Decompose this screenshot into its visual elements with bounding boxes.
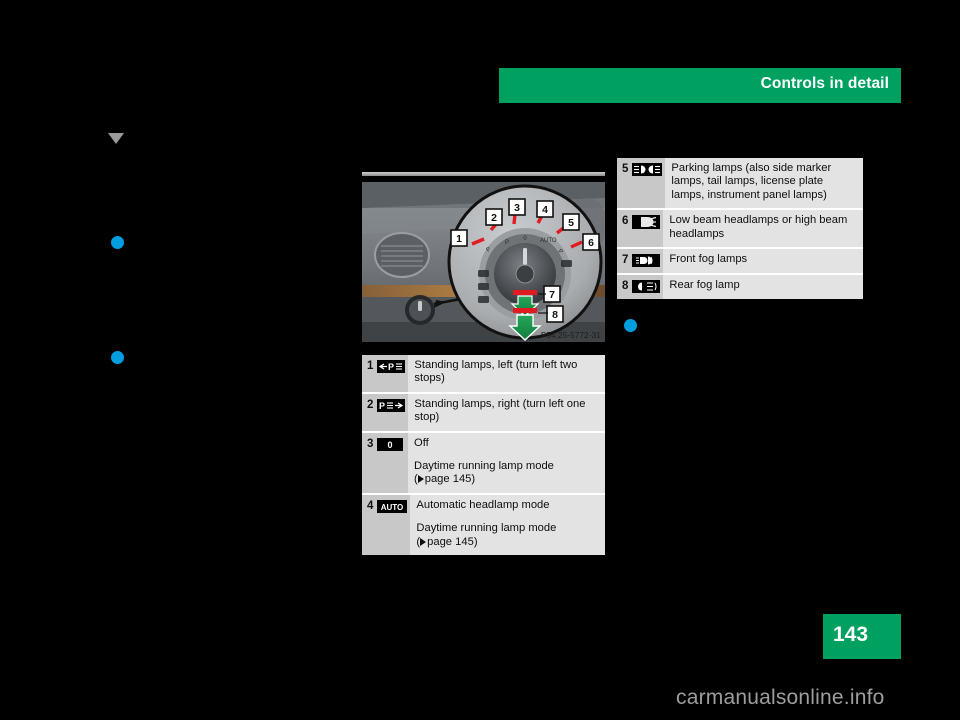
light-switch-photo: P P 0 AUTO P 1 2 3 4 5 6 7 8 P54.25-5772… (362, 182, 605, 342)
table-row-number-cell: 8 0 (617, 275, 664, 300)
row-number: 1 (367, 360, 374, 372)
page-reference-label: page 145 (427, 535, 474, 548)
row-note: Daytime running lamp mode (page 145) (416, 522, 599, 549)
svg-text:AUTO: AUTO (381, 503, 404, 512)
row-description: Standing lamps, left (turn left two stop… (414, 359, 578, 385)
svg-text:4: 4 (542, 204, 548, 216)
svg-text:0: 0 (638, 283, 643, 292)
page-header-bar: Controls in detail (499, 68, 901, 103)
row-description: Front fog lamps (669, 253, 748, 266)
manual-page: Controls in detail P P 0 AUTO P 1 2 3 4 … (0, 0, 960, 720)
light-switch-positions-table-1-4: 1 P Standing lamps, left (turn left two … (362, 355, 605, 556)
row-number: 5 (622, 163, 629, 175)
bullet-marker-icon (111, 351, 124, 364)
svg-text:2: 2 (491, 212, 497, 224)
table-row-text: Parking lamps (also side marker lamps, t… (665, 158, 863, 209)
table-row-number-cell: 7 (617, 249, 664, 274)
page-title: Controls in detail (760, 75, 889, 92)
row-description: Low beam headlamps or high beam headlamp… (669, 214, 848, 240)
parking-lamps-icon (632, 163, 663, 176)
row-description: Standing lamps, right (turn left one sto… (414, 397, 586, 424)
standing-lamps-right-icon: P (377, 398, 406, 412)
triangle-right-icon (420, 537, 427, 546)
row-description: Parking lamps (also side marker lamps, t… (671, 162, 832, 201)
header-bar-tail (851, 94, 901, 103)
svg-text:7: 7 (549, 289, 555, 301)
svg-text:P: P (505, 240, 509, 246)
row-description: Automatic headlamp mode (416, 498, 550, 511)
lights-off-icon: 0 (377, 437, 404, 451)
row-description: Rear fog lamp (669, 279, 740, 292)
table-row-number-cell: 1 P (362, 355, 409, 392)
row-number: 7 (622, 254, 629, 267)
svg-text:P: P (379, 401, 385, 411)
table-row-text: Off Daytime running lamp mode (page 145) (408, 432, 605, 493)
table-row-number-cell: 4 AUTO (362, 494, 411, 556)
table-row-number-cell: 2 P (362, 393, 409, 431)
triangle-down-icon (108, 133, 124, 144)
row-note: Daytime running lamp mode (page 145) (414, 460, 599, 487)
site-watermark: carmanualsonline.info (676, 686, 885, 709)
row-note-text: Daytime running lamp mode (416, 522, 557, 535)
svg-text:3: 3 (514, 202, 520, 214)
table-row: 2 P Standing lamps, right (turn left one… (362, 393, 605, 433)
table-row: 4 AUTO Automatic headlamp mode Daytime r… (362, 494, 605, 556)
table-row: 1 P Standing lamps, left (turn left two … (362, 355, 605, 394)
table-row-text: Low beam headlamps or high beam headlamp… (663, 210, 863, 248)
table-row-text: Rear fog lamp (663, 275, 863, 300)
page-reference-label: page 145 (424, 473, 472, 486)
table-row: 6 Low beam headlamps or high beam headla… (617, 210, 863, 250)
figure-caption: P54.25-5772-31 (540, 331, 601, 340)
row-note-text: Daytime running lamp mode (414, 460, 554, 473)
page-number-box: 143 (823, 614, 901, 659)
bullet-marker-icon (111, 236, 124, 249)
row-description: Off (414, 436, 429, 449)
rear-fog-lamp-icon: 0 (632, 280, 661, 294)
table-row: 7 Front fog lamps (617, 249, 863, 276)
low-beam-headlamp-icon (632, 215, 661, 230)
row-number: 2 (367, 398, 374, 411)
row-number: 6 (622, 215, 629, 228)
svg-text:0: 0 (388, 440, 393, 450)
front-fog-lamp-icon (632, 254, 661, 268)
table-row-number-cell: 6 (617, 210, 664, 248)
page-reference: (page 145) (416, 535, 478, 548)
row-number: 8 (622, 280, 629, 293)
page-reference: (page 145) (414, 473, 476, 486)
table-row-number-cell: 3 0 (362, 432, 408, 493)
auto-headlamp-icon: AUTO (377, 499, 408, 513)
svg-text:AUTO: AUTO (540, 238, 557, 244)
svg-text:6: 6 (588, 237, 594, 249)
page-number: 143 (833, 623, 869, 646)
table-row-text: Automatic headlamp mode Daytime running … (410, 494, 605, 556)
light-switch-positions-table-5-8: 5 Parking lamps (also side marker lamps,… (617, 158, 863, 300)
svg-text:1: 1 (456, 233, 462, 245)
table-row-text: Front fog lamps (663, 249, 863, 274)
table-row: 5 Parking lamps (also side marker lamps,… (617, 158, 863, 211)
row-number: 4 (367, 499, 374, 512)
table-row: 8 0 Rear fog lamp (617, 275, 863, 300)
triangle-right-icon (417, 475, 424, 484)
table-row: 3 0 Off Daytime running lamp mode (page … (362, 432, 605, 495)
table-row-number-cell: 5 (617, 158, 666, 209)
table-row-text: Standing lamps, right (turn left one sto… (408, 393, 605, 431)
bullet-marker-icon (624, 319, 637, 332)
standing-lamps-left-icon: P (377, 360, 406, 373)
light-switch-illustration: P P 0 AUTO P 1 2 3 4 5 6 7 8 (362, 182, 605, 342)
svg-text:8: 8 (552, 309, 558, 321)
table-row-text: Standing lamps, left (turn left two stop… (408, 355, 605, 392)
svg-text:P: P (388, 362, 394, 372)
row-number: 3 (367, 437, 374, 450)
figure-top-rule (362, 172, 605, 176)
svg-text:5: 5 (568, 217, 574, 229)
